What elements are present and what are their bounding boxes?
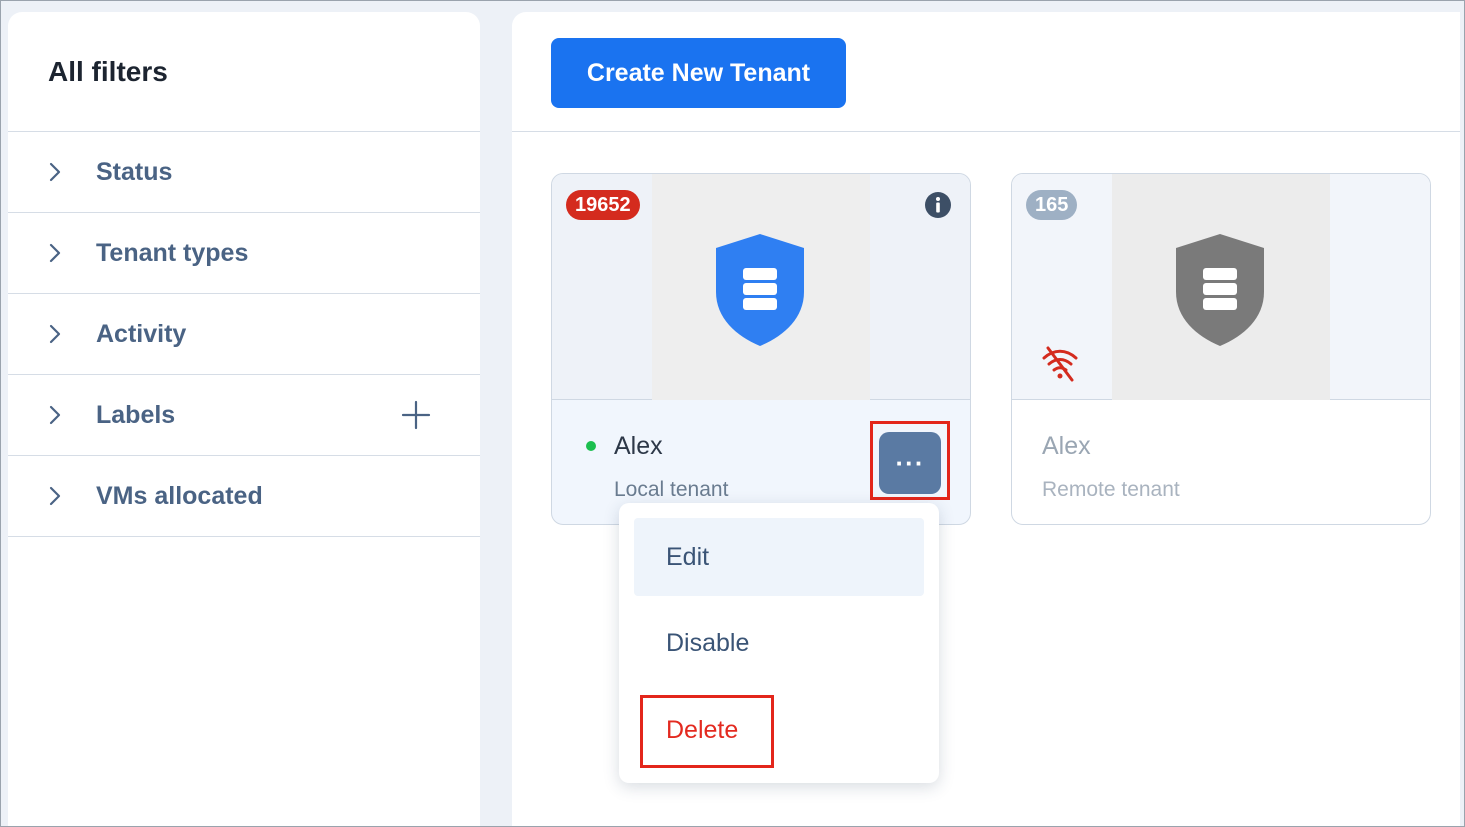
chevron-right-icon xyxy=(48,324,64,344)
filter-label: Labels xyxy=(96,400,176,429)
filter-vms-allocated[interactable]: VMs allocated xyxy=(8,456,480,537)
info-icon[interactable] xyxy=(924,191,952,219)
filter-labels[interactable]: Labels xyxy=(8,375,480,456)
tenant-type: Remote tenant xyxy=(1042,478,1180,501)
create-new-tenant-button[interactable]: Create New Tenant xyxy=(551,38,846,108)
filter-tenant-types[interactable]: Tenant types xyxy=(8,213,480,294)
shield-server-icon xyxy=(1170,230,1270,350)
tenant-card-preview: 165 xyxy=(1012,174,1430,400)
tenant-card-preview: 19652 xyxy=(552,174,970,400)
online-status-dot xyxy=(586,441,596,451)
sidebar-title: All filters xyxy=(8,12,480,132)
shield-server-icon xyxy=(710,230,810,350)
chevron-right-icon xyxy=(48,486,64,506)
filters-sidebar: All filters Status Tenant types Activity… xyxy=(8,12,480,827)
tenant-card-remote[interactable]: 165 Alex Remote tenant xyxy=(1011,173,1431,525)
add-label-icon[interactable] xyxy=(400,399,432,431)
chevron-right-icon xyxy=(48,162,64,182)
filter-label: Activity xyxy=(96,319,187,348)
menu-item-edit[interactable]: Edit xyxy=(634,518,924,596)
alert-count-badge: 19652 xyxy=(566,190,640,220)
filter-activity[interactable]: Activity xyxy=(8,294,480,375)
more-actions-button[interactable]: ··· xyxy=(879,432,941,494)
no-connection-icon xyxy=(1040,344,1080,384)
alert-count-badge: 165 xyxy=(1026,190,1078,220)
filter-label: VMs allocated xyxy=(96,481,263,510)
menu-item-disable[interactable]: Disable xyxy=(634,604,924,682)
filter-label: Status xyxy=(96,157,173,186)
tenant-type: Local tenant xyxy=(614,478,729,501)
tenant-card-info: Alex Remote tenant xyxy=(1012,400,1430,524)
chevron-right-icon xyxy=(48,243,64,263)
tenant-name: Alex xyxy=(614,432,663,460)
filter-label: Tenant types xyxy=(96,238,249,267)
chevron-right-icon xyxy=(48,405,64,425)
main-header: Create New Tenant xyxy=(512,12,1460,132)
delete-highlight xyxy=(640,695,774,768)
filter-status[interactable]: Status xyxy=(8,132,480,213)
tenant-name: Alex xyxy=(1042,432,1091,460)
